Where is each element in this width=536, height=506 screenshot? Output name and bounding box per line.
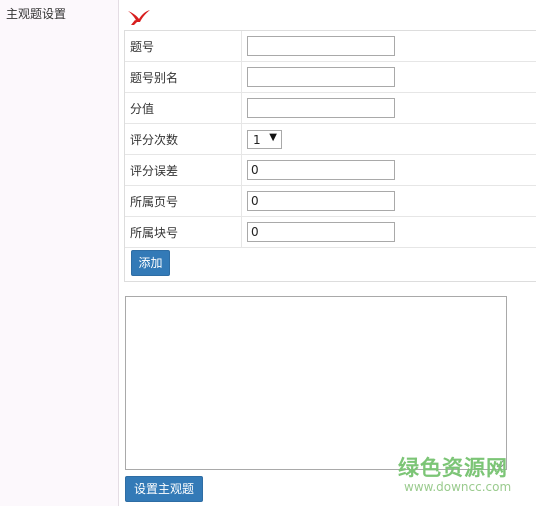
watermark-url: www.downcc.com [404, 480, 512, 494]
form-row-grading-error: 评分误差 0 [125, 155, 536, 186]
select-value: 1 [253, 133, 261, 147]
field-label: 题号 [130, 40, 155, 54]
field-label: 评分次数 [130, 133, 179, 147]
grading-times-select[interactable]: 1 ▼ [247, 130, 282, 149]
sidebar: 主观题设置 [0, 0, 119, 506]
field-label: 所属块号 [130, 226, 179, 240]
question-number-input[interactable] [247, 36, 395, 56]
watermark-text: 绿色资源网 [398, 456, 508, 480]
close-icon[interactable] [126, 8, 152, 26]
field-label: 题号别名 [130, 71, 179, 85]
dropdown-arrow-icon: ▼ [269, 132, 277, 143]
sidebar-title[interactable]: 主观题设置 [6, 5, 66, 22]
form-row-score: 分值 [125, 93, 536, 124]
watermark: 绿色资源网 www.downcc.com [398, 452, 522, 500]
field-label: 分值 [130, 102, 155, 116]
question-alias-input[interactable] [247, 67, 395, 87]
form-row-block-number: 所属块号 0 [125, 217, 536, 248]
field-label: 所属页号 [130, 195, 179, 209]
grading-error-input[interactable]: 0 [247, 160, 395, 180]
score-input[interactable] [247, 98, 395, 118]
add-button[interactable]: 添加 [131, 250, 170, 276]
question-form: 题号 题号别名 分值 评分次数 1 ▼ 评分误差 0 所属页号 0 所属块号 0… [124, 30, 536, 282]
page-number-input[interactable]: 0 [247, 191, 395, 211]
questions-textarea[interactable] [125, 296, 507, 470]
set-subjective-questions-button[interactable]: 设置主观题 [125, 476, 203, 502]
field-label: 评分误差 [130, 164, 179, 178]
form-row-grading-times: 评分次数 1 ▼ [125, 124, 536, 155]
block-number-input[interactable]: 0 [247, 222, 395, 242]
form-row-page-number: 所属页号 0 [125, 186, 536, 217]
form-row-question-number: 题号 [125, 31, 536, 62]
form-row-question-alias: 题号别名 [125, 62, 536, 93]
